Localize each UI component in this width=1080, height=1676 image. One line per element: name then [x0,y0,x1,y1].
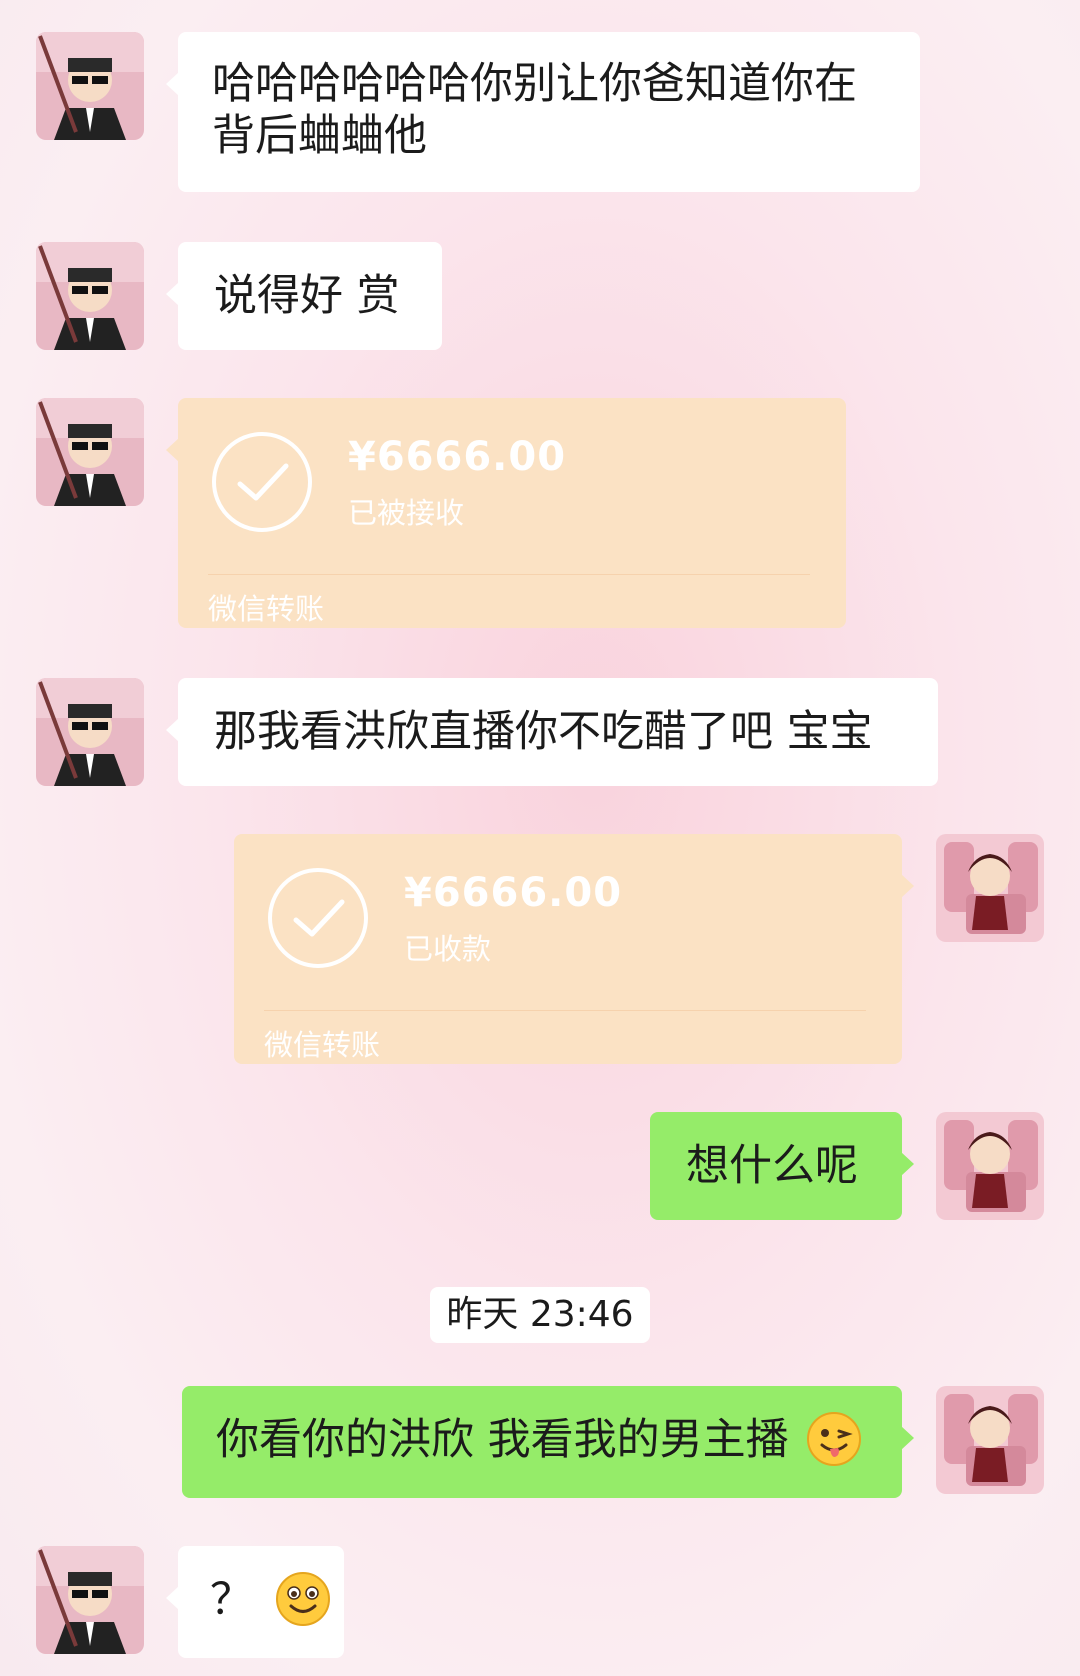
divider [208,574,810,575]
contact-avatar[interactable] [36,242,144,350]
transfer-card[interactable]: ¥6666.00 已收款 微信转账 [234,834,914,1064]
message-bubble[interactable]: 你看你的洪欣 我看我的男主播 [182,1386,914,1498]
message-bubble[interactable]: 想什么呢 [650,1112,914,1220]
my-avatar[interactable] [936,1386,1044,1494]
message-text: 哈哈哈哈哈哈你别让你爸知道你在 [212,59,857,109]
message-bubble[interactable]: 那我看洪欣直播你不吃醋了吧 宝宝 [166,678,938,786]
contact-avatar[interactable] [36,32,144,140]
transfer-status: 已收款 [404,932,492,966]
transfer-card[interactable]: ¥6666.00 已被接收 微信转账 [166,398,846,628]
contact-avatar[interactable] [36,678,144,786]
message-bubble[interactable]: 哈哈哈哈哈哈你别让你爸知道你在 背后蛐蛐他 [166,32,920,192]
check-circle-icon [212,432,312,532]
message-text: 你看你的洪欣 我看我的男主播 [216,1415,789,1465]
my-avatar[interactable] [936,1112,1044,1220]
transfer-source: 微信转账 [264,1028,381,1062]
transfer-amount: ¥6666.00 [404,870,623,916]
transfer-source: 微信转账 [208,592,325,626]
transfer-status: 已被接收 [348,496,465,530]
divider [264,1010,866,1011]
message-text: 想什么呢 [686,1141,858,1191]
transfer-amount: ¥6666.00 [348,434,567,480]
message-bubble[interactable]: ？ [166,1546,344,1658]
contact-avatar[interactable] [36,398,144,506]
message-text: 那我看洪欣直播你不吃醋了吧 宝宝 [214,707,873,757]
smile-emoji-icon [275,1571,330,1626]
contact-avatar[interactable] [36,1546,144,1654]
message-text: 背后蛐蛐他 [212,111,427,161]
timestamp: 昨天 23:46 [430,1287,650,1343]
message-bubble[interactable]: 说得好 赏 [166,242,442,350]
message-text: ？ [210,1575,253,1625]
message-text: 说得好 赏 [214,271,400,321]
wink-tongue-emoji-icon [807,1411,862,1466]
check-circle-icon [268,868,368,968]
my-avatar[interactable] [936,834,1044,942]
